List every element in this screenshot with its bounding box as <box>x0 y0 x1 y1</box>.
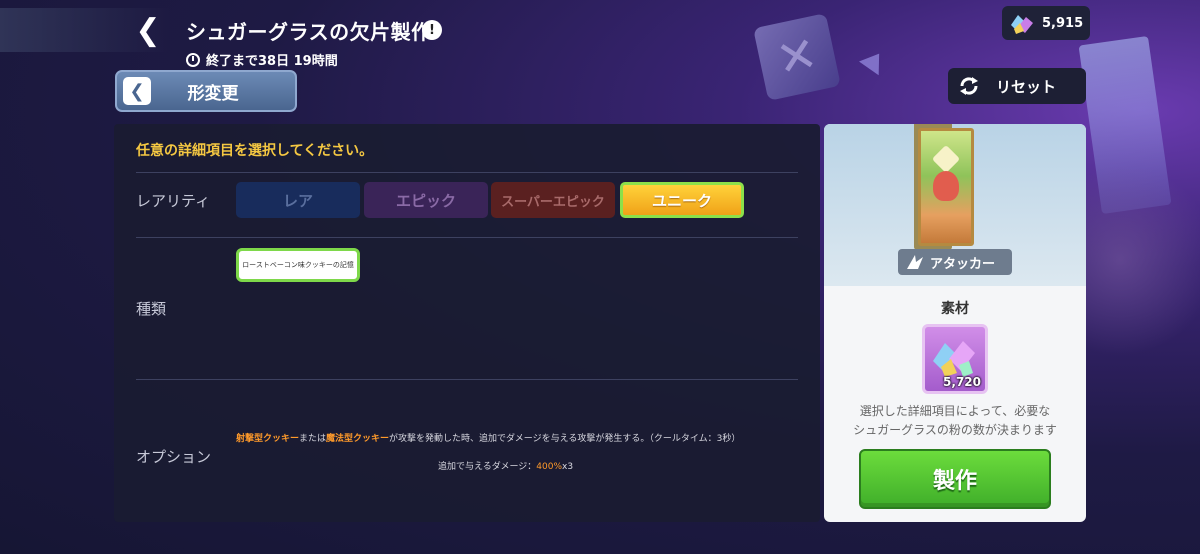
instruction-text: 任意の詳細項目を選択してください。 <box>136 143 374 159</box>
reset-button[interactable]: リセット <box>948 68 1086 104</box>
timer-text: 終了まで38日 19時間 <box>206 54 338 69</box>
crystal-icon <box>1011 15 1033 34</box>
option-text: または <box>299 434 327 444</box>
type-chip-roast-bacon[interactable]: ローストベーコン味クッキーの記憶 <box>236 248 360 282</box>
attacker-icon <box>907 255 923 269</box>
currency-display[interactable]: 5,915 <box>1002 6 1090 40</box>
role-label: アタッカー <box>930 256 996 272</box>
divider <box>136 172 798 173</box>
reset-icon <box>960 77 978 95</box>
type-label: 種類 <box>136 300 167 318</box>
currency-value: 5,915 <box>1042 15 1084 31</box>
clock-icon <box>186 52 200 67</box>
option-damage-label: 追加で与えるダメージ： <box>438 462 537 472</box>
rarity-super-epic-button[interactable]: スーパーエピック <box>491 182 615 218</box>
option-damage-value: 400% <box>536 462 563 472</box>
option-damage-multiplier: x3 <box>562 462 574 472</box>
change-form-button[interactable]: ❮ 形変更 <box>115 70 297 112</box>
change-form-label: 形変更 <box>187 83 239 104</box>
back-button[interactable]: ❮ <box>130 12 166 48</box>
cookie-portrait <box>933 171 959 201</box>
material-item[interactable]: 5,720 <box>922 324 988 394</box>
shard-card-image <box>918 128 974 246</box>
rarity-rare-button[interactable]: レア <box>236 182 360 218</box>
desc-line-2: シュガーグラスの粉の数が決まります <box>853 423 1057 437</box>
page-title: シュガーグラスの欠片製作 <box>186 20 432 44</box>
option-description: 射撃型クッキーまたは魔法型クッキーが攻撃を発動した時、追加でダメージを与える攻撃… <box>236 431 796 444</box>
option-text: が攻撃を発動した時、追加でダメージを与える攻撃が発生する。（クールタイム：3秒） <box>389 434 741 444</box>
option-damage: 追加で与えるダメージ：400%x3 <box>438 459 573 472</box>
rarity-unique-button[interactable]: ユニーク <box>620 182 744 218</box>
rarity-label: レアリティ <box>136 192 211 210</box>
craft-options-panel: 任意の詳細項目を選択してください。 レアリティ レア エピック スーパーエピック… <box>114 124 820 522</box>
option-keyword-magic: 魔法型クッキー <box>326 434 390 444</box>
event-timer: 終了まで38日 19時間 <box>186 50 338 69</box>
chevron-left-icon: ❮ <box>123 77 151 105</box>
craft-button[interactable]: 製作 <box>859 449 1051 509</box>
divider <box>136 379 798 380</box>
leaf-emblem <box>931 144 961 174</box>
powder-icon <box>933 341 975 377</box>
rarity-epic-button[interactable]: エピック <box>364 182 488 218</box>
role-badge: アタッカー <box>898 249 1012 275</box>
craft-preview-card: アタッカー 素材 5,720 選択した詳細項目によって、必要な シュガーグラスの… <box>824 124 1086 522</box>
bg-x-block: ✕ <box>753 13 841 101</box>
reset-label: リセット <box>996 77 1057 96</box>
material-title: 素材 <box>941 301 969 317</box>
material-description: 選択した詳細項目によって、必要な シュガーグラスの粉の数が決まります <box>824 402 1086 440</box>
option-keyword-shooter: 射撃型クッキー <box>236 434 300 444</box>
divider <box>136 237 798 238</box>
bg-triangle <box>859 46 889 76</box>
material-count: 5,720 <box>943 375 981 389</box>
option-label: オプション <box>136 448 212 466</box>
back-icon: ❮ <box>135 12 161 48</box>
info-icon[interactable]: ! <box>422 20 442 40</box>
desc-line-1: 選択した詳細項目によって、必要な <box>859 404 1051 418</box>
